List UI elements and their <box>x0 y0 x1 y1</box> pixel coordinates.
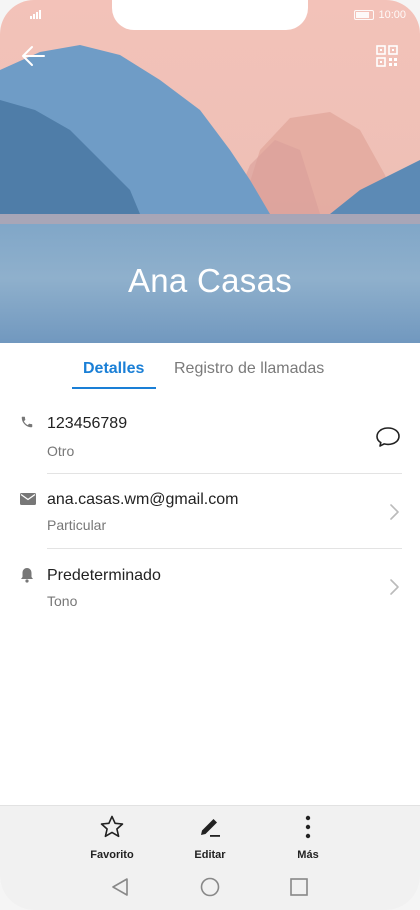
battery-icon <box>354 10 375 20</box>
edit-icon <box>201 819 220 837</box>
more-vertical-icon <box>305 815 311 839</box>
contact-name: Ana Casas <box>127 262 293 299</box>
favorite-label: Favorito <box>90 849 134 861</box>
bottom-action-bar: Favorito Editar Más <box>0 805 420 910</box>
chevron-right-icon <box>390 579 399 595</box>
qr-code-icon[interactable] <box>376 45 398 67</box>
star-icon <box>100 815 124 838</box>
contact-header-image: 10:00 Ana Casas <box>0 0 420 343</box>
contact-screen: 10:00 Ana Casas Detalles Registro de lla… <box>0 0 420 910</box>
edit-button[interactable]: Editar <box>175 814 245 861</box>
status-bar-right: 10:00 <box>354 9 406 21</box>
detail-row-ringtone[interactable]: Predeterminado Tono <box>0 564 420 624</box>
ringtone-name: Predeterminado <box>47 567 161 584</box>
tab-bar: Detalles Registro de llamadas <box>0 360 420 392</box>
nav-recents-icon[interactable] <box>289 876 309 898</box>
email-type: Particular <box>47 517 107 533</box>
detail-row-email[interactable]: ana.casas.wm@gmail.com Particular <box>0 488 420 548</box>
chevron-right-icon <box>390 504 399 520</box>
favorite-button[interactable]: Favorito <box>77 814 147 861</box>
status-time: 10:00 <box>378 9 406 21</box>
phone-type: Otro <box>47 443 75 459</box>
phone-number: 123456789 <box>47 415 128 432</box>
signal-icon <box>30 10 41 19</box>
back-arrow-icon[interactable] <box>20 44 46 68</box>
ringtone-label: Tono <box>47 593 78 609</box>
tab-detalles[interactable]: Detalles <box>83 360 144 378</box>
nav-home-icon[interactable] <box>199 876 221 898</box>
more-label: Más <box>297 849 319 861</box>
divider <box>47 473 402 474</box>
more-button[interactable]: Más <box>273 814 343 861</box>
bell-icon <box>21 568 33 583</box>
tab-registro-de-llamadas[interactable]: Registro de llamadas <box>174 360 324 378</box>
mail-icon <box>20 493 36 505</box>
edit-label: Editar <box>194 849 226 861</box>
email-address: ana.casas.wm@gmail.com <box>47 491 239 508</box>
divider <box>47 548 402 549</box>
phone-icon <box>21 416 33 428</box>
message-icon[interactable] <box>375 425 401 449</box>
camera-notch <box>112 0 308 30</box>
nav-back-icon[interactable] <box>110 876 130 898</box>
detail-row-phone[interactable]: 123456789 Otro <box>0 410 420 474</box>
active-tab-indicator <box>72 387 156 389</box>
